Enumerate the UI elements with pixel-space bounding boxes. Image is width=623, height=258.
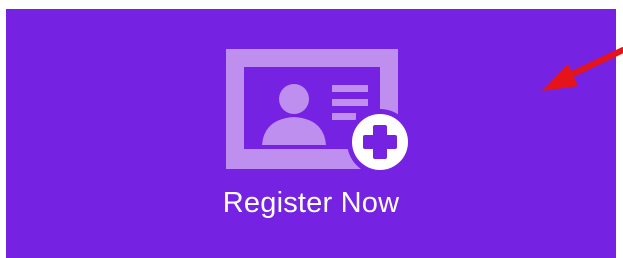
- register-now-label: Register Now: [222, 187, 400, 219]
- red-arrow-icon: [542, 47, 623, 91]
- id-card-icon: [226, 49, 413, 175]
